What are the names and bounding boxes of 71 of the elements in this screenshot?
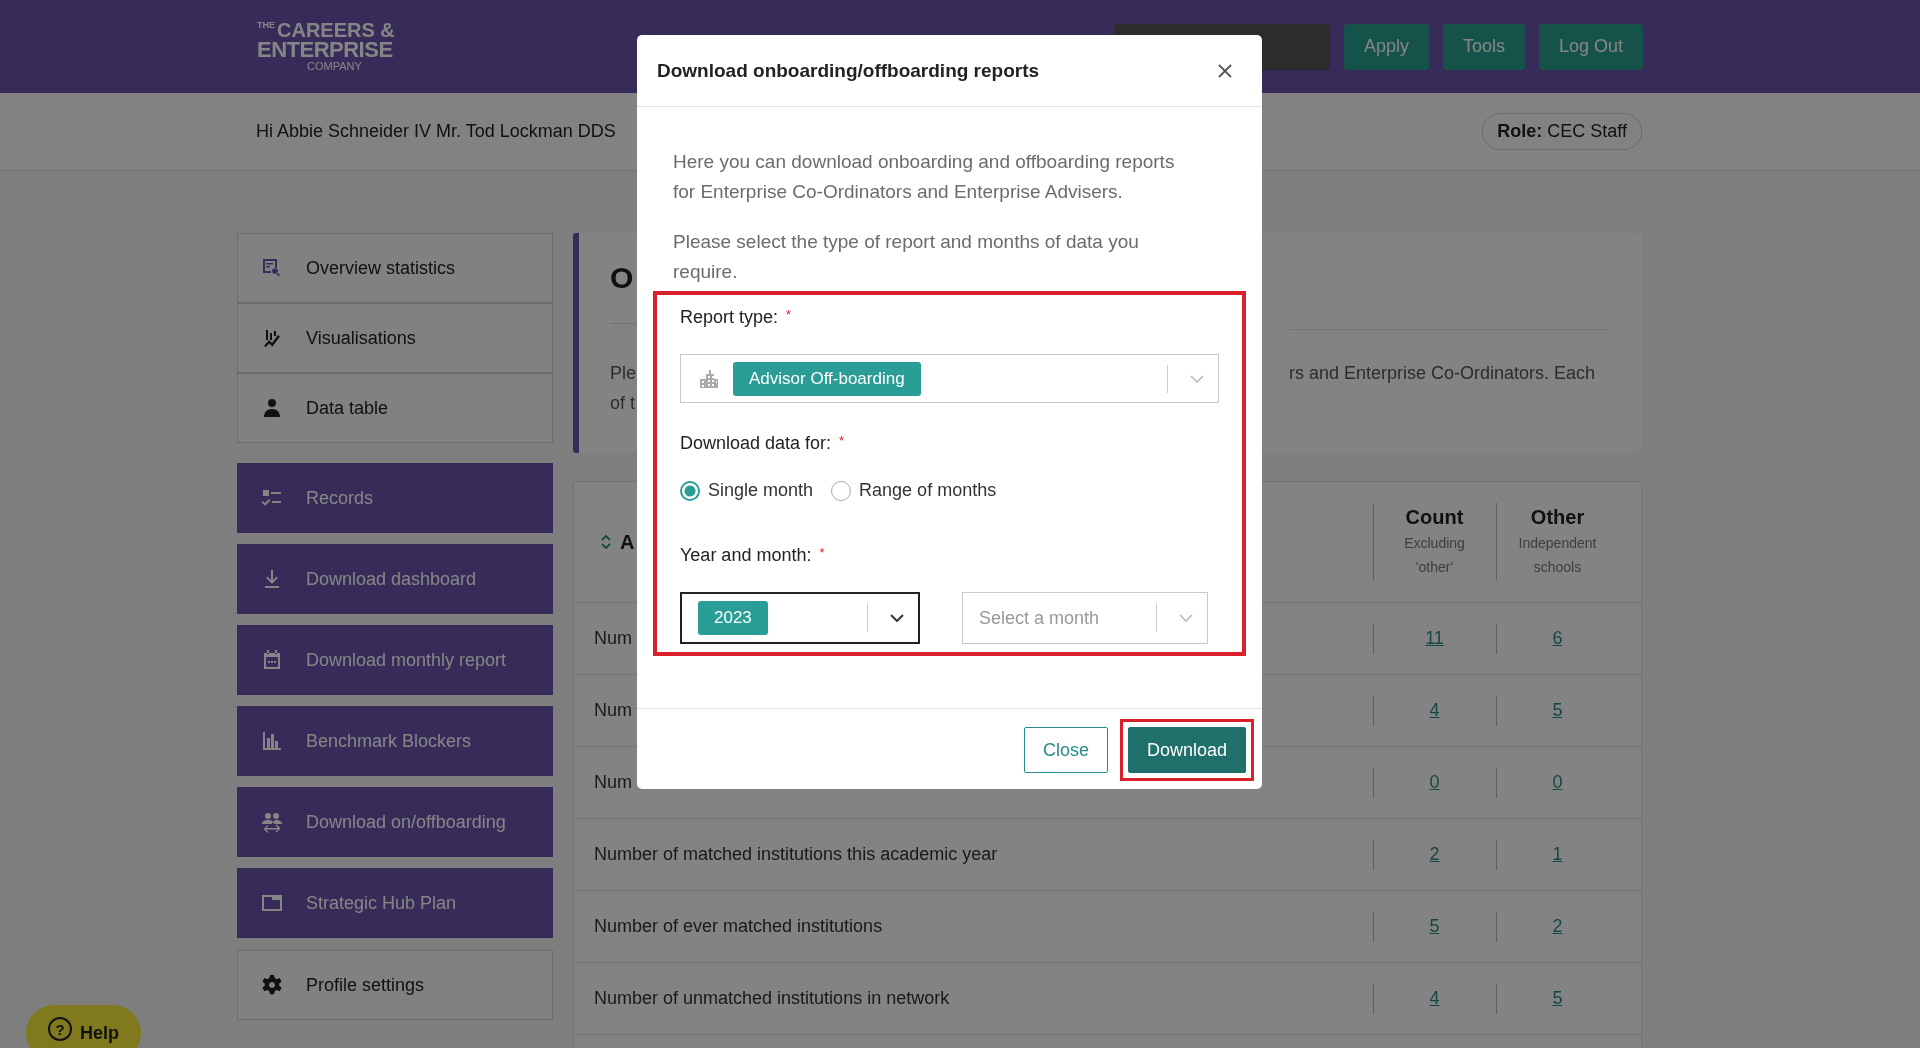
dialog-text: Here you can download onboarding and offboarding reports for Enterprise Co-Ordinators and Enterprise Advisers. bbox=[672, 150, 1176, 204]
field-label: Year and month: bbox=[680, 545, 812, 566]
sidebar-item[interactable]: Strategic Hub Plan bbox=[237, 868, 553, 938]
radio-icon[interactable] bbox=[680, 480, 700, 501]
section-heading: O bbox=[610, 261, 634, 296]
required-mark: * bbox=[819, 545, 825, 562]
report-type-select[interactable]: Advisor Off-boarding bbox=[680, 354, 1219, 403]
dialog-title: Download onboarding/offboarding reports bbox=[657, 59, 1040, 82]
settings-icon bbox=[260, 973, 284, 997]
download-button[interactable]: Download bbox=[1127, 727, 1246, 773]
column-title: Other bbox=[1529, 505, 1586, 529]
people-icon bbox=[260, 810, 284, 834]
count-link[interactable]: 5 bbox=[1429, 916, 1440, 937]
help-button[interactable]: ? Help bbox=[26, 1005, 141, 1048]
column-subtitle: Independent schools bbox=[1517, 533, 1598, 577]
dialog-text: Please select the type of report and months of data you require. bbox=[672, 230, 1140, 284]
column-subtitle: Excluding 'other' bbox=[1403, 533, 1466, 577]
collapse-icon[interactable] bbox=[600, 534, 612, 550]
close-button[interactable]: Close bbox=[1023, 727, 1108, 773]
row-label: Num bbox=[594, 700, 632, 721]
sidebar-item[interactable]: Profile settings bbox=[237, 950, 553, 1020]
selected-tag: Advisor Off-boarding bbox=[733, 361, 921, 396]
row-label: Num bbox=[594, 772, 632, 793]
description-text: of t bbox=[610, 392, 635, 415]
bar-chart-icon bbox=[260, 729, 284, 753]
row-label: Number of matched institutions this academic year bbox=[594, 844, 998, 865]
radio-option[interactable]: Range of months bbox=[831, 480, 997, 501]
role-badge: Role: CEC Staff bbox=[1482, 113, 1642, 150]
count-link[interactable]: 4 bbox=[1429, 700, 1440, 721]
radio-icon[interactable] bbox=[831, 480, 852, 501]
sidebar-item[interactable]: Visualisations bbox=[237, 303, 553, 373]
close-icon[interactable] bbox=[1218, 63, 1232, 78]
column-title: Count bbox=[1404, 505, 1465, 529]
count-link[interactable]: 2 bbox=[1429, 844, 1440, 865]
count-link[interactable]: 5 bbox=[1552, 700, 1563, 721]
year-select[interactable]: 2023 bbox=[680, 592, 920, 644]
month-select[interactable]: Select a month bbox=[962, 592, 1208, 644]
count-link[interactable]: 5 bbox=[1552, 988, 1563, 1009]
description-text: Ple bbox=[610, 362, 636, 385]
field-label: Report type: bbox=[680, 307, 779, 328]
sidebar-item[interactable]: Download dashboard bbox=[237, 544, 553, 614]
count-link[interactable]: 0 bbox=[1552, 772, 1563, 793]
required-mark: * bbox=[786, 307, 792, 324]
sidebar-item[interactable]: Data table bbox=[237, 373, 553, 443]
sidebar-item[interactable]: Overview statistics bbox=[237, 233, 553, 303]
chevron-down-icon bbox=[890, 614, 904, 622]
count-link[interactable]: 1 bbox=[1552, 844, 1563, 865]
description-text: rs and Enterprise Co-Ordinators. Each bbox=[1289, 362, 1596, 385]
field-label: Download data for: bbox=[680, 433, 832, 454]
radio-option[interactable]: Single month bbox=[680, 480, 814, 501]
header-button[interactable]: Apply bbox=[1343, 23, 1429, 70]
row-label: Number of unmatched institutions in network bbox=[594, 988, 950, 1009]
required-mark: * bbox=[839, 433, 845, 450]
row-label: Num bbox=[594, 628, 632, 649]
row-label: Number of ever matched institutions bbox=[594, 916, 883, 937]
header-button[interactable]: Log Out bbox=[1538, 23, 1643, 70]
sidebar-item[interactable]: Download monthly report bbox=[237, 625, 553, 695]
chevron-down-icon bbox=[1179, 614, 1193, 622]
count-link[interactable]: 6 bbox=[1552, 628, 1563, 649]
count-link[interactable]: 4 bbox=[1429, 988, 1440, 1009]
chevron-down-icon bbox=[1190, 374, 1204, 383]
header-button[interactable]: Tools bbox=[1442, 23, 1525, 70]
sidebar-item[interactable]: Download on/offboarding bbox=[237, 787, 553, 857]
table-title: A bbox=[620, 530, 635, 554]
sidebar-item[interactable]: Records bbox=[237, 463, 553, 533]
greeting-text: Hi Abbie Schneider IV Mr. Tod Lockman DDS bbox=[256, 121, 616, 142]
selected-tag: 2023 bbox=[698, 601, 768, 635]
count-link[interactable]: 2 bbox=[1552, 916, 1563, 937]
sidebar-item[interactable]: Benchmark Blockers bbox=[237, 706, 553, 776]
count-link[interactable]: 0 bbox=[1429, 772, 1440, 793]
count-link[interactable]: 11 bbox=[1425, 628, 1444, 649]
